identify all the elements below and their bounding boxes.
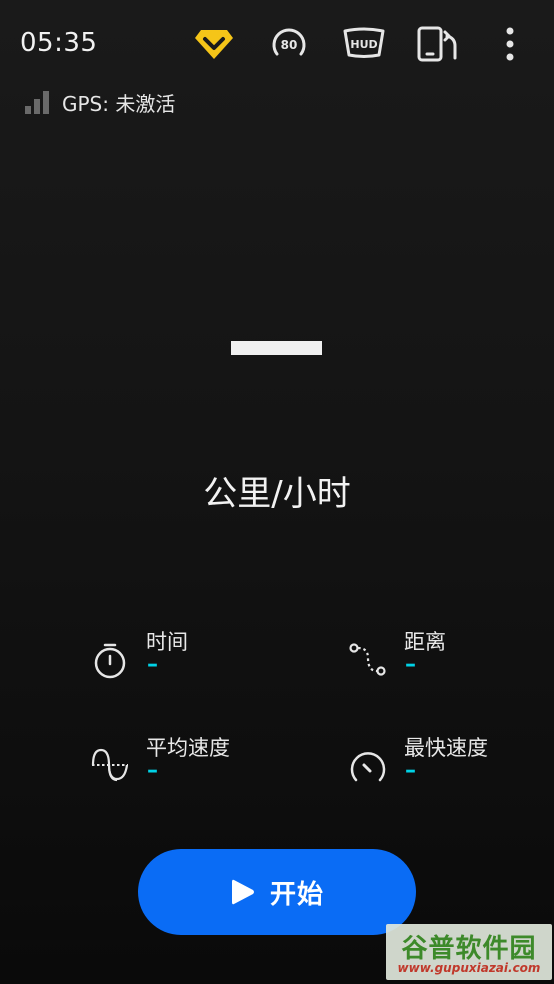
speed-limit-icon[interactable]: 80 xyxy=(268,24,310,64)
stat-max-speed: 最快速度 – xyxy=(348,732,554,802)
speed-value-placeholder xyxy=(231,341,322,355)
gauge-icon xyxy=(350,752,386,782)
average-wave-icon xyxy=(91,748,129,782)
stat-max-speed-value: – xyxy=(405,758,416,783)
clock-time: 05:35 xyxy=(20,28,98,58)
stat-average-speed-label: 平均速度 xyxy=(146,736,230,760)
gps-status: GPS: 未激活 xyxy=(24,88,175,116)
more-options-icon[interactable] xyxy=(490,24,530,64)
stat-max-speed-label: 最快速度 xyxy=(404,736,488,760)
watermark-title: 谷普软件园 xyxy=(401,934,537,964)
screen-rotate-icon[interactable] xyxy=(414,24,462,64)
stat-time-value: – xyxy=(147,652,158,677)
gps-status-label: GPS: 未激活 xyxy=(62,91,176,116)
start-button[interactable]: 开始 xyxy=(138,849,416,935)
hud-mode-icon[interactable]: HUD xyxy=(340,24,388,64)
hud-text: HUD xyxy=(350,38,377,51)
stat-distance: 距离 – xyxy=(348,626,554,696)
speed-limit-text: 80 xyxy=(281,38,298,52)
play-icon xyxy=(231,879,254,905)
start-button-label: 开始 xyxy=(269,879,324,910)
route-distance-icon xyxy=(349,643,386,676)
premium-diamond-icon[interactable] xyxy=(193,24,235,64)
stat-distance-value: – xyxy=(405,652,416,677)
top-bar: 05:35 80 HUD xyxy=(0,0,554,88)
stat-average-speed: 平均速度 – xyxy=(90,732,310,802)
speed-unit-label: 公里/小时 xyxy=(203,474,351,514)
stat-time: 时间 – xyxy=(90,626,310,696)
site-watermark: 谷普软件园 www.gupuxiazai.com xyxy=(386,924,552,980)
gps-signal-icon xyxy=(25,91,49,114)
speedometer-screen: 05:35 80 HUD GPS: 未激活 公里/小时 时间 – 距离 – 平均… xyxy=(0,0,554,984)
stopwatch-icon xyxy=(94,643,126,679)
watermark-url: www.gupuxiazai.com xyxy=(397,961,541,975)
stat-average-speed-value: – xyxy=(147,758,158,783)
